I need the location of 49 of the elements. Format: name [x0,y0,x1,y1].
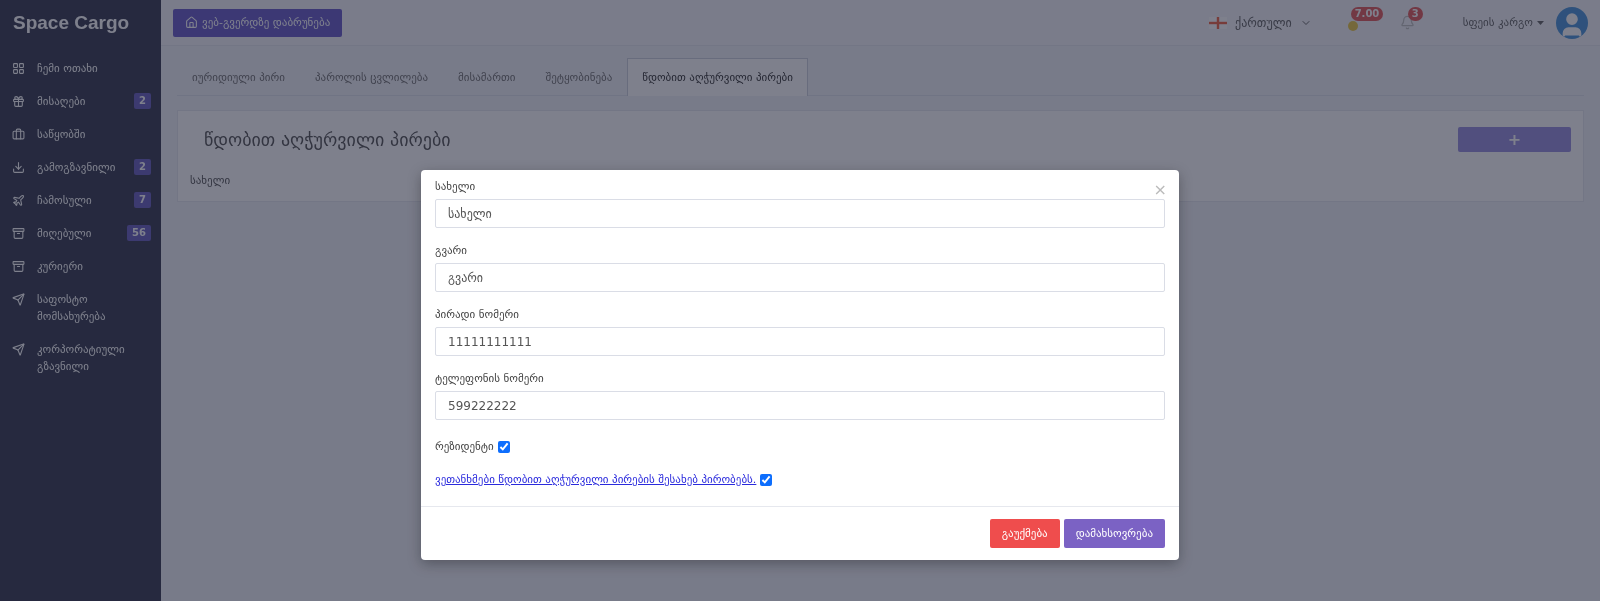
notification-badge: 3 [1407,7,1423,21]
sidebar-label: საფოსტო მომსახურება [37,292,107,325]
field-label: სახელი [435,180,476,193]
sidebar-item[interactable]: ჩამოსული 7 [0,184,161,217]
sidebar-label: ჩამოსული [37,193,93,209]
sidebar-label: გამოგზავნილი [37,160,117,176]
input-field[interactable]: გვარი [435,263,1165,292]
sidebar-label: მიღებული [37,226,93,242]
count-badge: 56 [127,225,151,241]
input-field[interactable]: 11111111111 [435,327,1165,356]
sidebar-item[interactable]: კორპორატიული გზავნილი [0,333,161,383]
tab[interactable]: მისამართი [443,58,531,96]
brand-logo: Space Cargo [12,11,131,35]
language-selector[interactable]: ქართული [1203,14,1318,31]
sidebar-item[interactable]: მისაღები 2 [0,85,161,118]
count-badge: 7 [134,192,151,208]
sidebar-label: მისაღები [37,94,87,110]
tab[interactable]: შეტყობინება [530,58,628,96]
sidebar-item[interactable]: კურიერი [0,250,161,283]
checkbox-label: რეზიდენტი [435,440,494,453]
sidebar-item[interactable]: გამოგზავნილი 2 [0,151,161,184]
column-header: სახელი [190,173,231,189]
input-field[interactable]: სახელი [435,199,1165,228]
save-button[interactable]: დამახსოვრება [1063,519,1165,548]
sidebar-item[interactable]: საფოსტო მომსახურება [0,283,161,333]
terms-link[interactable]: ვეთანხმები წდობით აღჭურვილი პირების შესახებ პირობებს. [435,473,757,486]
sidebar-item[interactable]: საწყობში [0,118,161,151]
cancel-button[interactable]: გაუქმება [989,519,1060,548]
card-title: წდობით აღჭურვილი პირები [204,129,451,150]
count-badge: 2 [134,159,151,175]
back-to-website-button[interactable]: ვებ-გვერდზე დაბრუნება [173,8,343,37]
close-button[interactable]: × [1153,180,1167,199]
sidebar-item[interactable]: მიღებული 56 [0,217,161,250]
tab[interactable]: პაროლის ცვლილება [299,58,444,96]
sidebar-item[interactable]: ჩემი ოთახი [0,52,161,85]
field-label: პირადი ნომერი [435,308,519,321]
sidebar-label: საწყობში [37,127,87,143]
sidebar-label: კურიერი [37,259,84,275]
sidebar-label: ჩემი ოთახი [37,61,99,77]
input-field[interactable]: 599222222 [435,391,1165,420]
count-badge: 2 [134,93,151,109]
tab[interactable]: წდობით აღჭურვილი პირები [627,58,808,96]
user-menu[interactable]: სფეის კარგო [1456,15,1550,30]
field-label: გვარი [435,244,468,257]
sidebar-label: კორპორატიული გზავნილი [37,342,126,375]
add-button[interactable]: + [1458,127,1571,152]
tab[interactable]: იურიდიული პირი [177,58,300,96]
balance-badge: 7.00 [1350,6,1384,21]
field-label: ტელეფონის ნომერი [435,372,544,385]
